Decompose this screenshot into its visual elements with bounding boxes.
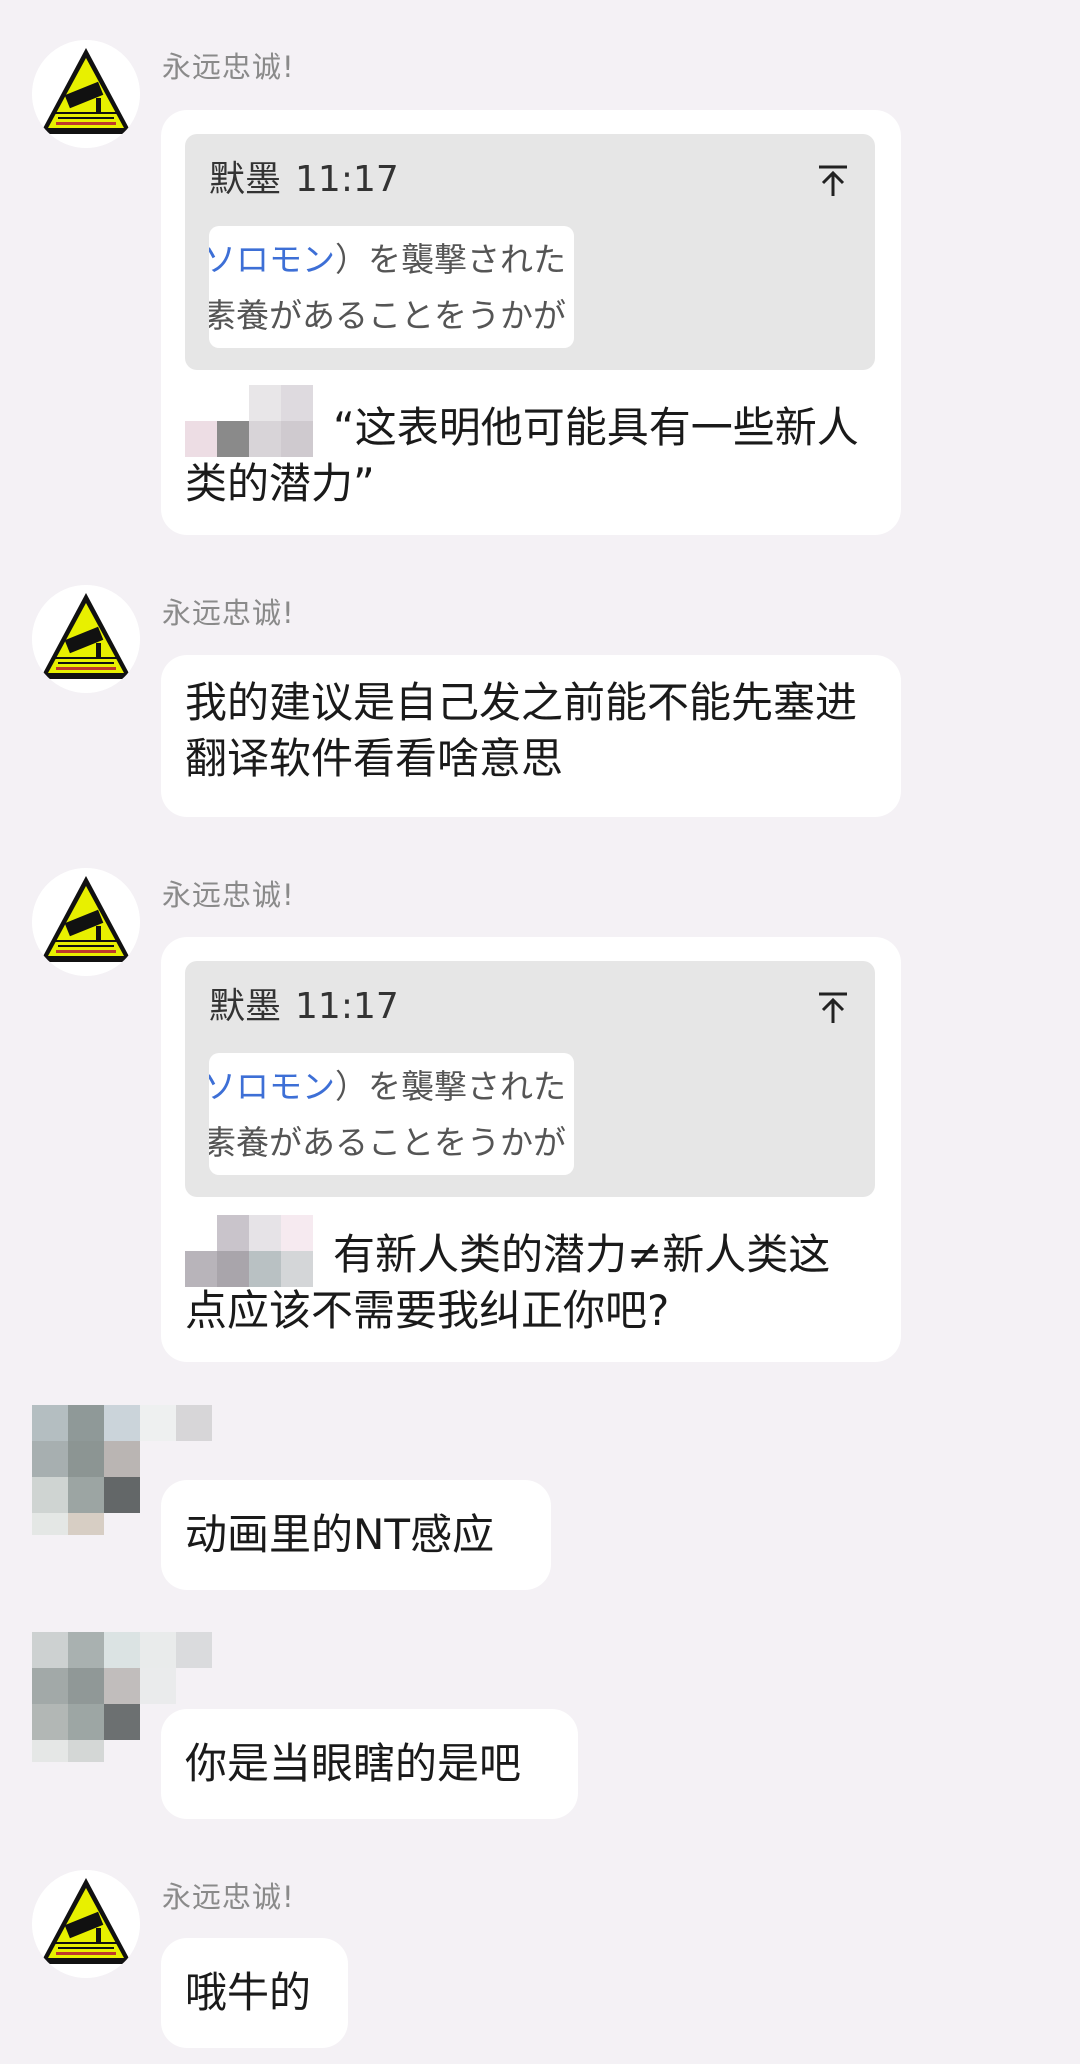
- chat-view[interactable]: 永远忠诚! 默墨 11:17 ソロモン）を襲撃された 素養があることをうかが “…: [0, 0, 1080, 2064]
- message-bubble[interactable]: 你是当眼瞎的是吧: [161, 1709, 578, 1819]
- sender-name: 永远忠诚!: [162, 878, 295, 912]
- message-bubble[interactable]: 我的建议是自己发之前能不能先塞进翻译软件看看啥意思: [161, 655, 901, 817]
- cctv-warning-sign-icon: [32, 868, 140, 976]
- cctv-warning-sign-icon: [32, 585, 140, 693]
- avatar[interactable]: [32, 585, 140, 693]
- avatar[interactable]: [32, 1870, 140, 1978]
- sender-name: 永远忠诚!: [162, 596, 295, 630]
- quote-image-thumbnail[interactable]: ソロモン）を襲撃された 素養があることをうかが: [209, 226, 574, 348]
- message-text: 动画里的NT感应: [185, 1510, 495, 1559]
- cctv-warning-sign-icon: [32, 40, 140, 148]
- thumb-text-line: 素養があることをうかが: [209, 296, 566, 335]
- quote-header: 默墨 11:17: [209, 979, 399, 1035]
- thumb-text-line: 素養があることをうかが: [209, 1123, 566, 1162]
- message-bubble[interactable]: 动画里的NT感应: [161, 1480, 551, 1590]
- thumb-text-line: ソロモン）を襲撃された: [209, 240, 566, 279]
- pin-to-top-icon[interactable]: [813, 987, 853, 1027]
- message-bubble[interactable]: 默墨 11:17 ソロモン）を襲撃された 素養があることをうかが 有新人类的潜力≠…: [161, 937, 901, 1362]
- message-text: 我的建议是自己发之前能不能先塞进翻译软件看看啥意思: [185, 678, 858, 783]
- avatar[interactable]: [32, 868, 140, 976]
- quote-author: 默墨: [209, 986, 282, 1027]
- message-text: “这表明他可能具有一些新人类的潜力”: [185, 403, 859, 508]
- message-text: 哦牛的: [185, 1968, 312, 2017]
- avatar[interactable]: [32, 40, 140, 148]
- message-text: 有新人类的潜力≠新人类这点应该不需要我纠正你吧?: [185, 1230, 831, 1335]
- message-bubble[interactable]: 哦牛的: [161, 1938, 348, 2048]
- sender-name: 永远忠诚!: [162, 50, 295, 84]
- quote-image-thumbnail[interactable]: ソロモン）を襲撃された 素養があることをうかが: [209, 1053, 574, 1175]
- thumb-text-line: ソロモン）を襲撃された: [209, 1067, 566, 1106]
- quote-time: 11:17: [295, 986, 399, 1027]
- quote-time: 11:17: [295, 159, 399, 200]
- cctv-warning-sign-icon: [32, 1870, 140, 1978]
- quote-author: 默墨: [209, 159, 282, 200]
- quoted-message[interactable]: 默墨 11:17 ソロモン）を襲撃された 素養があることをうかが: [185, 961, 875, 1197]
- pin-to-top-icon[interactable]: [813, 160, 853, 200]
- quote-header: 默墨 11:17: [209, 152, 399, 208]
- message-bubble[interactable]: 默墨 11:17 ソロモン）を襲撃された 素養があることをうかが “这表明他可能具…: [161, 110, 901, 535]
- quoted-message[interactable]: 默墨 11:17 ソロモン）を襲撃された 素養があることをうかが: [185, 134, 875, 370]
- message-text: 你是当眼瞎的是吧: [185, 1739, 522, 1788]
- sender-name: 永远忠诚!: [162, 1880, 295, 1914]
